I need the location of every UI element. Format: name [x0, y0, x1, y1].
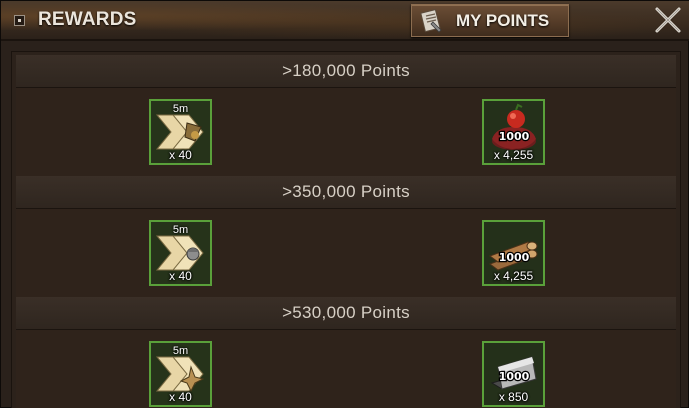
close-icon — [655, 7, 681, 33]
reward-item[interactable]: 1000 x 850 — [482, 341, 545, 407]
reward-amount: 1000 — [499, 370, 530, 383]
reward-item[interactable]: 1000 x 4,255 — [482, 99, 545, 165]
tier-label: >180,000 Points — [282, 61, 410, 80]
window-header: REWARDS MY POINTS — [1, 1, 689, 41]
reward-duration: 5m — [172, 103, 189, 115]
rewards-list: >180,000 Points 5m x 40 1000 x 4,255 >35… — [11, 51, 681, 408]
my-points-label: MY POINTS — [456, 10, 550, 30]
close-button[interactable] — [653, 6, 683, 34]
tier-rewards-row: 5m x 40 1000 x 850 — [16, 329, 676, 408]
reward-quantity: x 40 — [169, 148, 192, 162]
reward-item[interactable]: 5m x 40 — [149, 220, 212, 286]
reward-quantity: x 40 — [169, 390, 192, 404]
scroll-document-icon — [418, 8, 444, 34]
window-title: REWARDS — [38, 9, 137, 30]
reward-quantity: x 40 — [169, 269, 192, 283]
tier-rewards-row: 5m x 40 1000 x 4,255 — [16, 208, 676, 298]
reward-quantity: x 4,255 — [493, 269, 534, 283]
tier-label: >530,000 Points — [282, 303, 410, 322]
reward-quantity: x 850 — [498, 390, 529, 404]
reward-item[interactable]: 1000 x 4,255 — [482, 220, 545, 286]
reward-item[interactable]: 5m x 40 — [149, 99, 212, 165]
reward-quantity: x 4,255 — [493, 148, 534, 162]
tier-header: >530,000 Points — [16, 297, 676, 329]
tier-label: >350,000 Points — [282, 182, 410, 201]
reward-amount: 1000 — [499, 130, 530, 143]
tier-rewards-row: 5m x 40 1000 x 4,255 — [16, 87, 676, 177]
reward-amount: 1000 — [499, 251, 530, 264]
header-bullet-icon — [14, 15, 25, 26]
reward-duration: 5m — [172, 345, 189, 357]
my-points-button[interactable]: MY POINTS — [411, 4, 569, 37]
reward-duration: 5m — [172, 224, 189, 236]
rewards-window: REWARDS MY POINTS >180,000 Points 5m x 4… — [0, 0, 689, 408]
reward-item[interactable]: 5m x 40 — [149, 341, 212, 407]
tier-header: >180,000 Points — [16, 55, 676, 87]
tier-header: >350,000 Points — [16, 176, 676, 208]
